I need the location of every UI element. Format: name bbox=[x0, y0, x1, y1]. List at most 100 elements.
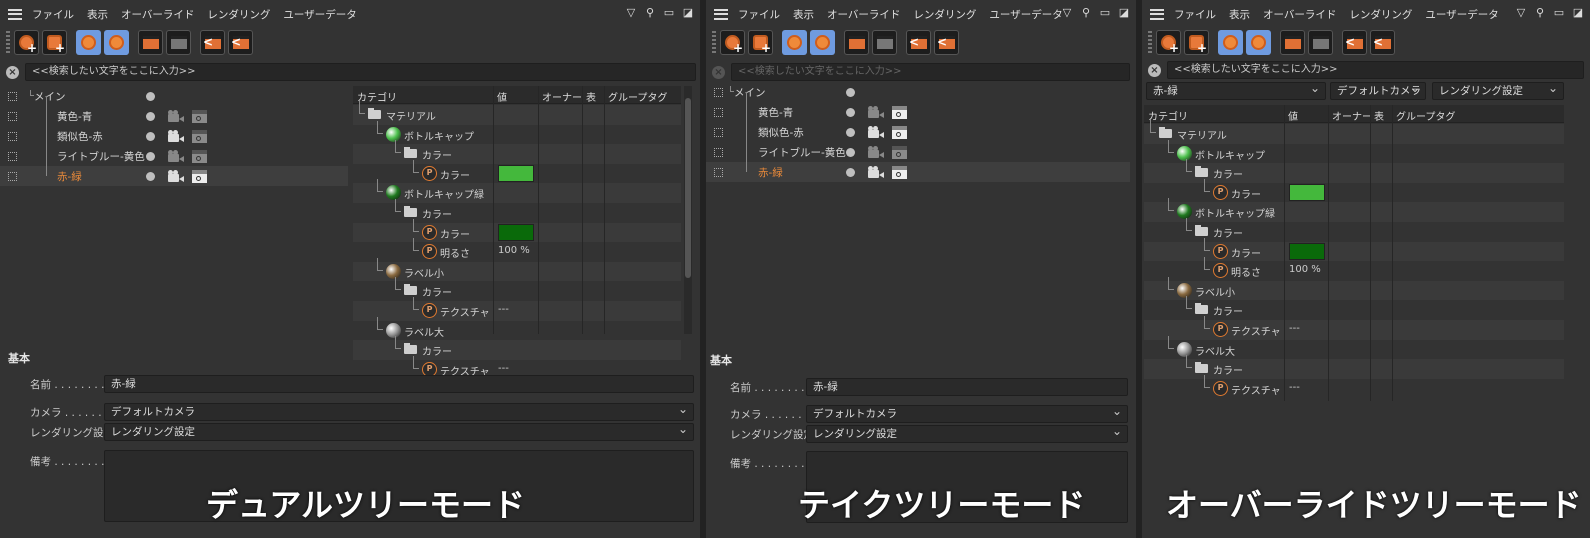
grid-row[interactable]: マテリアル bbox=[353, 101, 681, 125]
camera-selector-dropdown[interactable]: デフォルトカメラ bbox=[1330, 80, 1426, 100]
camera-icon[interactable] bbox=[168, 150, 184, 162]
expand-icon[interactable]: ◪ bbox=[1572, 6, 1584, 19]
grid-row[interactable]: カラー bbox=[353, 199, 681, 223]
grid-row[interactable]: P テクスチャ --- bbox=[1144, 316, 1564, 340]
take-status-dot[interactable] bbox=[846, 147, 855, 157]
column-header[interactable]: 表 bbox=[1374, 108, 1384, 123]
take-checkbox[interactable] bbox=[8, 171, 17, 181]
camera-icon[interactable] bbox=[868, 106, 884, 118]
lock-overrides-button[interactable] bbox=[810, 29, 835, 55]
take-status-dot[interactable] bbox=[146, 111, 155, 121]
column-header[interactable]: グループタグ bbox=[608, 89, 667, 104]
grid-row[interactable]: ボトルキャップ緑 bbox=[353, 179, 681, 203]
grid-row-value[interactable]: --- bbox=[498, 363, 509, 374]
column-header[interactable]: オーナー bbox=[1332, 108, 1372, 123]
menu-override[interactable]: オーバーライド bbox=[1263, 7, 1336, 22]
grid-row-value[interactable]: --- bbox=[1289, 382, 1300, 393]
render-take-button[interactable] bbox=[1280, 29, 1305, 55]
take-status-dot[interactable] bbox=[846, 127, 855, 137]
take-row[interactable]: 類似色-赤 bbox=[706, 122, 1130, 142]
search-input[interactable]: <<検索したい文字をここに入力>> bbox=[25, 63, 696, 81]
toolbar-grip[interactable] bbox=[1148, 31, 1152, 53]
camera-icon[interactable] bbox=[868, 126, 884, 138]
grid-row[interactable]: マテリアル bbox=[1144, 120, 1564, 144]
search-icon[interactable]: ⚲ bbox=[1080, 6, 1092, 19]
grid-row[interactable]: P カラー bbox=[353, 159, 681, 184]
take-checkbox[interactable] bbox=[714, 167, 723, 177]
hamburger-menu-icon[interactable] bbox=[714, 8, 728, 20]
add-child-take-button[interactable]: + bbox=[42, 29, 67, 55]
panel-layout-icon[interactable]: ▭ bbox=[1553, 6, 1565, 19]
take-status-dot[interactable] bbox=[146, 131, 155, 141]
camera-icon[interactable] bbox=[868, 166, 884, 178]
render-all-button[interactable] bbox=[1308, 29, 1333, 55]
menu-file[interactable]: ファイル bbox=[738, 7, 780, 22]
add-take-button[interactable]: + bbox=[14, 29, 39, 55]
grid-row-value[interactable]: 100 % bbox=[1289, 264, 1321, 275]
menu-file[interactable]: ファイル bbox=[32, 7, 74, 22]
grid-row-value[interactable]: 100 % bbox=[498, 245, 530, 256]
camera-icon[interactable] bbox=[168, 110, 184, 122]
menu-override[interactable]: オーバーライド bbox=[121, 7, 194, 22]
take-checkbox[interactable] bbox=[8, 111, 17, 121]
toolbar-grip[interactable] bbox=[712, 31, 716, 53]
render-selector-dropdown[interactable]: レンダリング設定 bbox=[1432, 80, 1564, 100]
take-row-main[interactable]: メイン bbox=[706, 82, 1130, 102]
auto-take-button[interactable] bbox=[1218, 29, 1243, 55]
grid-row[interactable]: ボトルキャップ bbox=[353, 120, 681, 145]
expand-icon[interactable]: ◪ bbox=[1118, 6, 1130, 19]
render-settings-icon[interactable] bbox=[192, 109, 207, 123]
grid-row[interactable]: ラベル大 bbox=[353, 316, 681, 341]
grid-row[interactable]: P テクスチャ --- bbox=[353, 297, 681, 321]
grid-row[interactable]: P カラー bbox=[1144, 178, 1564, 203]
render-all-button[interactable] bbox=[166, 29, 191, 55]
column-header[interactable]: オーナー bbox=[542, 89, 582, 104]
add-child-take-button[interactable]: + bbox=[1184, 29, 1209, 55]
take-status-dot[interactable] bbox=[846, 107, 855, 117]
grid-row-value[interactable]: --- bbox=[1289, 323, 1300, 334]
camera-icon[interactable] bbox=[868, 146, 884, 158]
column-header[interactable]: グループタグ bbox=[1396, 108, 1455, 123]
filter-icon[interactable]: ▽ bbox=[625, 6, 637, 19]
take-checkbox[interactable] bbox=[8, 151, 17, 161]
menu-userdata[interactable]: ユーザーデータ bbox=[989, 7, 1062, 22]
menu-override[interactable]: オーバーライド bbox=[827, 7, 900, 22]
grid-scrollbar[interactable] bbox=[684, 86, 692, 334]
add-take-button[interactable]: + bbox=[1156, 29, 1181, 55]
camera-dropdown[interactable]: デフォルトカメラ bbox=[806, 403, 1128, 423]
render-settings-icon[interactable] bbox=[192, 149, 207, 163]
panel-layout-icon[interactable]: ▭ bbox=[1099, 6, 1111, 19]
clear-search-icon[interactable]: × bbox=[712, 65, 725, 79]
menu-view[interactable]: 表示 bbox=[1229, 7, 1250, 22]
render-settings-icon[interactable] bbox=[192, 129, 207, 143]
menu-render[interactable]: レンダリング bbox=[207, 7, 270, 22]
name-input[interactable]: 赤-緑 bbox=[806, 378, 1128, 396]
search-icon[interactable]: ⚲ bbox=[644, 6, 656, 19]
grid-row[interactable]: ラベル小 bbox=[353, 257, 681, 282]
hamburger-menu-icon[interactable] bbox=[8, 8, 22, 20]
render-take-button[interactable] bbox=[138, 29, 163, 55]
take-checkbox[interactable] bbox=[714, 87, 723, 97]
grid-row[interactable]: ラベル小 bbox=[1144, 276, 1564, 301]
take-status-dot[interactable] bbox=[846, 87, 855, 97]
menu-render[interactable]: レンダリング bbox=[913, 7, 976, 22]
render-settings-icon[interactable] bbox=[892, 145, 907, 159]
scroll-thumb[interactable] bbox=[685, 98, 691, 278]
search-input[interactable]: <<検索したい文字をここに入力>> bbox=[1167, 61, 1584, 79]
color-swatch[interactable] bbox=[1289, 242, 1325, 260]
filter-icon[interactable]: ▽ bbox=[1061, 6, 1073, 19]
grid-row[interactable]: P カラー bbox=[353, 218, 681, 243]
column-header[interactable]: 値 bbox=[497, 89, 507, 104]
next-take-button[interactable]: < bbox=[934, 29, 959, 55]
render-dropdown[interactable]: レンダリング設定 bbox=[104, 421, 694, 441]
expand-icon[interactable]: ◪ bbox=[682, 6, 694, 19]
take-status-dot[interactable] bbox=[146, 151, 155, 161]
grid-row[interactable]: カラー bbox=[353, 277, 681, 301]
grid-row-value[interactable]: --- bbox=[498, 304, 509, 315]
column-header[interactable]: 値 bbox=[1288, 108, 1298, 123]
grid-row[interactable]: P 明るさ 100 % bbox=[1144, 257, 1564, 281]
clear-search-icon[interactable]: × bbox=[6, 65, 19, 79]
auto-take-button[interactable] bbox=[76, 29, 101, 55]
menu-file[interactable]: ファイル bbox=[1174, 7, 1216, 22]
render-all-button[interactable] bbox=[872, 29, 897, 55]
